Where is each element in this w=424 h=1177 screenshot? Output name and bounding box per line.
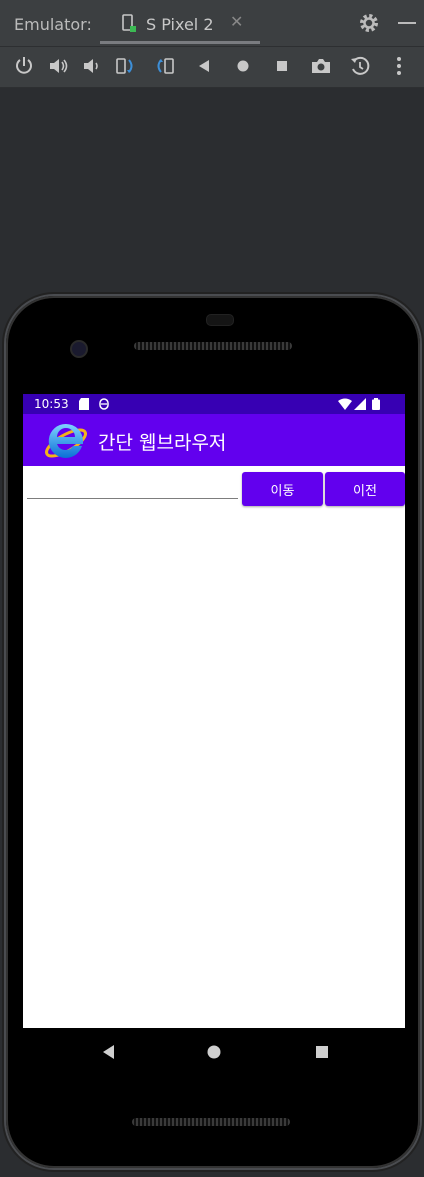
emulator-title-bar: Emulator: S Pixel 2 ✕ [0,0,424,46]
url-input[interactable] [27,474,238,499]
minimize-icon[interactable] [398,22,416,24]
emulator-label: Emulator: [14,15,92,34]
back-button[interactable]: 이전 [325,472,405,506]
signal-icon [354,398,366,413]
camera-icon[interactable] [310,55,332,77]
nav-recents-icon[interactable] [312,1042,332,1062]
more-icon[interactable] [388,55,410,77]
home-icon[interactable] [232,55,254,77]
status-bar: 10:53 [23,394,405,414]
device-icon [122,14,136,32]
nav-home-icon[interactable] [204,1042,224,1062]
volume-down-icon[interactable] [80,55,102,77]
back-icon[interactable] [193,55,215,77]
emulator-toolbar [0,46,424,88]
tab-close-icon[interactable]: ✕ [230,12,243,31]
power-icon[interactable] [13,55,35,77]
overview-icon[interactable] [271,55,293,77]
volume-up-icon[interactable] [47,55,69,77]
front-camera [70,340,88,358]
ie-logo-icon [41,416,91,466]
rotate-right-icon[interactable] [154,55,176,77]
sync-icon [98,398,110,413]
status-time: 10:53 [34,397,69,411]
snapshot-icon[interactable] [349,55,371,77]
device-tab[interactable]: S Pixel 2 ✕ [100,0,260,44]
app-bar: 간단 웹브라우저 [23,414,405,466]
device-tab-label: S Pixel 2 [146,15,214,34]
speaker-grille-top [134,342,292,350]
speaker-grille-bottom [132,1118,290,1126]
nav-back-icon[interactable] [99,1042,119,1062]
battery-icon [372,398,380,413]
go-button[interactable]: 이동 [242,472,323,506]
rotate-left-icon[interactable] [114,55,136,77]
navigation-bar [23,1028,405,1076]
sd-card-icon [79,398,89,413]
gear-icon[interactable] [358,12,380,34]
wifi-icon [338,398,352,413]
phone-frame: 10:53 간단 웹브라우저 이동 이전 [6,296,420,1168]
device-screen: 10:53 간단 웹브라우저 이동 이전 [23,394,405,1028]
web-view[interactable] [23,510,405,1028]
tab-underline [100,41,260,44]
earpiece [206,314,234,326]
app-title: 간단 웹브라우저 [98,432,227,454]
